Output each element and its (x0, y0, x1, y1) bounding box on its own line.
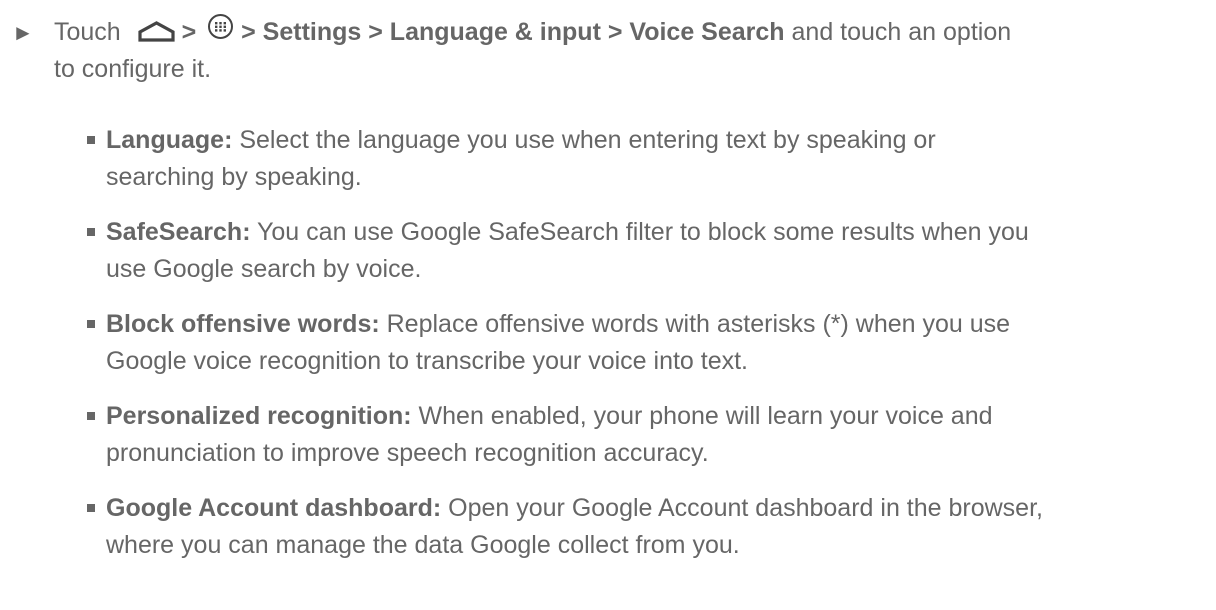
option-term: Block offensive words: (106, 310, 380, 338)
option-desc-line1: When enabled, your phone will learn your… (411, 402, 993, 430)
option-desc-line1: Select the language you use when enterin… (232, 126, 936, 154)
instruction-suffix-line1: and touch an option (784, 18, 1012, 46)
instruction-prefix: Touch (54, 18, 121, 46)
option-desc-line2: searching by speaking. (106, 163, 362, 191)
option-term: SafeSearch: (106, 218, 251, 246)
instruction-step: ► Touch > > Settings > Language & input … (0, 13, 1200, 88)
bullet-column (0, 122, 106, 159)
option-desc-line2: Google voice recognition to transcribe y… (106, 347, 749, 375)
option-desc-line1: Open your Google Account dashboard in th… (441, 494, 1043, 522)
option-term: Google Account dashboard: (106, 494, 442, 522)
square-bullet-icon (87, 504, 95, 512)
bullet-column (0, 490, 106, 527)
option-desc-line1: You can use Google SafeSearch filter to … (250, 218, 1029, 246)
option-text: SafeSearch: You can use Google SafeSearc… (106, 214, 1200, 288)
option-text: Google Account dashboard: Open your Goog… (106, 490, 1200, 564)
option-desc-line2: where you can manage the data Google col… (106, 531, 740, 559)
list-item: Personalized recognition: When enabled, … (0, 398, 1200, 472)
settings-path: > Settings > Language & input > Voice Se… (241, 18, 785, 46)
option-text: Language: Select the language you use wh… (106, 122, 1200, 196)
option-desc-line2: use Google search by voice. (106, 255, 422, 283)
option-term: Personalized recognition: (106, 402, 412, 430)
instruction-suffix-line2: to configure it. (54, 55, 212, 83)
option-desc-line2: pronunciation to improve speech recognit… (106, 439, 709, 467)
instruction-text: Touch > > Settings > Language & input > … (54, 13, 1200, 88)
option-desc-line1: Replace offensive words with asterisks (… (379, 310, 1011, 338)
list-item: SafeSearch: You can use Google SafeSearc… (0, 214, 1200, 288)
option-term: Language: (106, 126, 233, 154)
option-text: Personalized recognition: When enabled, … (106, 398, 1200, 472)
bullet-column (0, 214, 106, 251)
voice-search-options-list: Language: Select the language you use wh… (0, 122, 1200, 582)
square-bullet-icon (87, 136, 95, 144)
option-text: Block offensive words: Replace offensive… (106, 306, 1200, 380)
home-icon (138, 20, 175, 42)
bullet-column (0, 398, 106, 435)
square-bullet-icon (87, 320, 95, 328)
square-bullet-icon (87, 412, 95, 420)
list-item: Google Account dashboard: Open your Goog… (0, 490, 1200, 564)
step-marker: ► (12, 20, 34, 45)
apps-icon (207, 13, 234, 40)
path-separator: > (181, 18, 197, 46)
instruction-row: ► Touch > > Settings > Language & input … (0, 13, 1200, 88)
list-item: Block offensive words: Replace offensive… (0, 306, 1200, 380)
bullet-column (0, 306, 106, 343)
square-bullet-icon (87, 228, 95, 236)
list-item: Language: Select the language you use wh… (0, 122, 1200, 196)
